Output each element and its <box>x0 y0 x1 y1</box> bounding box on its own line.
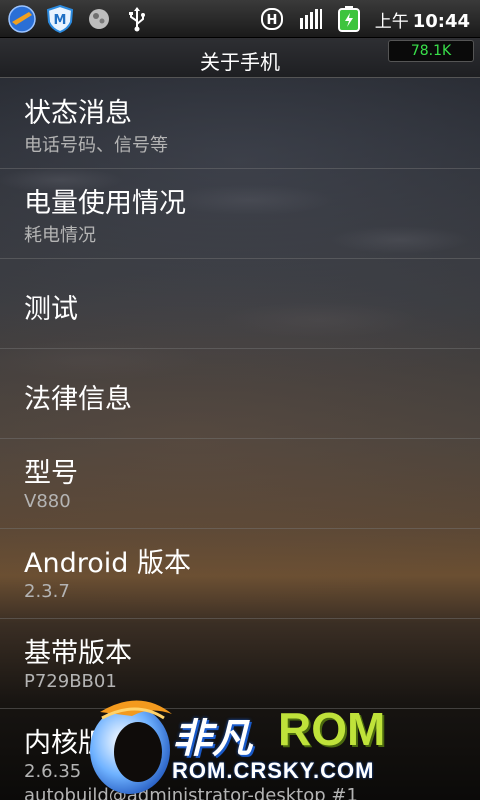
ball-app-icon <box>86 4 112 34</box>
watermark-logo-icon <box>90 700 172 794</box>
list-item-subtitle: P729BB01 <box>24 671 117 692</box>
list-item-subtitle: 2.6.35 <box>24 761 82 782</box>
list-item-android-version[interactable]: Android 版本 2.3.7 <box>0 529 480 619</box>
svg-text:H: H <box>267 13 278 28</box>
list-item-subtitle: V880 <box>24 491 71 512</box>
watermark-brand-rom: ROM <box>278 703 386 755</box>
title-bar: 关于手机 78.1K <box>0 38 480 78</box>
list-item-title: 测试 <box>24 294 78 325</box>
usb-icon <box>124 4 150 34</box>
list-item-title: 状态消息 <box>24 98 132 129</box>
watermark-url: ROM.CRSKY.COM <box>172 758 375 783</box>
list-item-model: 型号 V880 <box>0 439 480 529</box>
watermark-brand-cn: 非凡 <box>172 716 252 762</box>
list-item-subtitle: 电话号码、信号等 <box>24 135 168 156</box>
status-ampm: 上午 <box>374 12 409 32</box>
list-item-title: 型号 <box>24 458 78 489</box>
list-item-test[interactable]: 测试 <box>0 259 480 349</box>
list-item-legal[interactable]: 法律信息 <box>0 349 480 439</box>
list-item-title: 基带版本 <box>24 638 132 669</box>
list-item-title: 法律信息 <box>24 384 132 415</box>
status-time: 上午 10:44 <box>375 7 470 32</box>
list-item-title: 电量使用情况 <box>24 188 186 219</box>
screen: M H 上午 10:44 关于手机 78.1K 状态消息 电话号码、信号等 电量… <box>0 0 480 800</box>
shield-m-icon: M <box>44 4 76 34</box>
status-clock: 10:44 <box>412 11 470 32</box>
list-item-status[interactable]: 状态消息 电话号码、信号等 <box>0 79 480 169</box>
tool-app-icon <box>6 4 38 34</box>
watermark: 非凡 ROM ROM.CRSKY.COM <box>80 692 410 800</box>
network-speed-badge: 78.1K <box>388 40 474 62</box>
list-item-title: Android 版本 <box>24 548 191 579</box>
svg-text:M: M <box>54 13 67 28</box>
list-item-subtitle: 耗电情况 <box>24 225 96 246</box>
status-bar[interactable]: M H 上午 10:44 <box>0 0 480 38</box>
h-network-icon: H <box>260 4 284 34</box>
list-item-battery-use[interactable]: 电量使用情况 耗电情况 <box>0 169 480 259</box>
list-item-subtitle: 2.3.7 <box>24 581 70 602</box>
battery-icon <box>336 4 362 34</box>
signal-icon <box>298 4 324 34</box>
